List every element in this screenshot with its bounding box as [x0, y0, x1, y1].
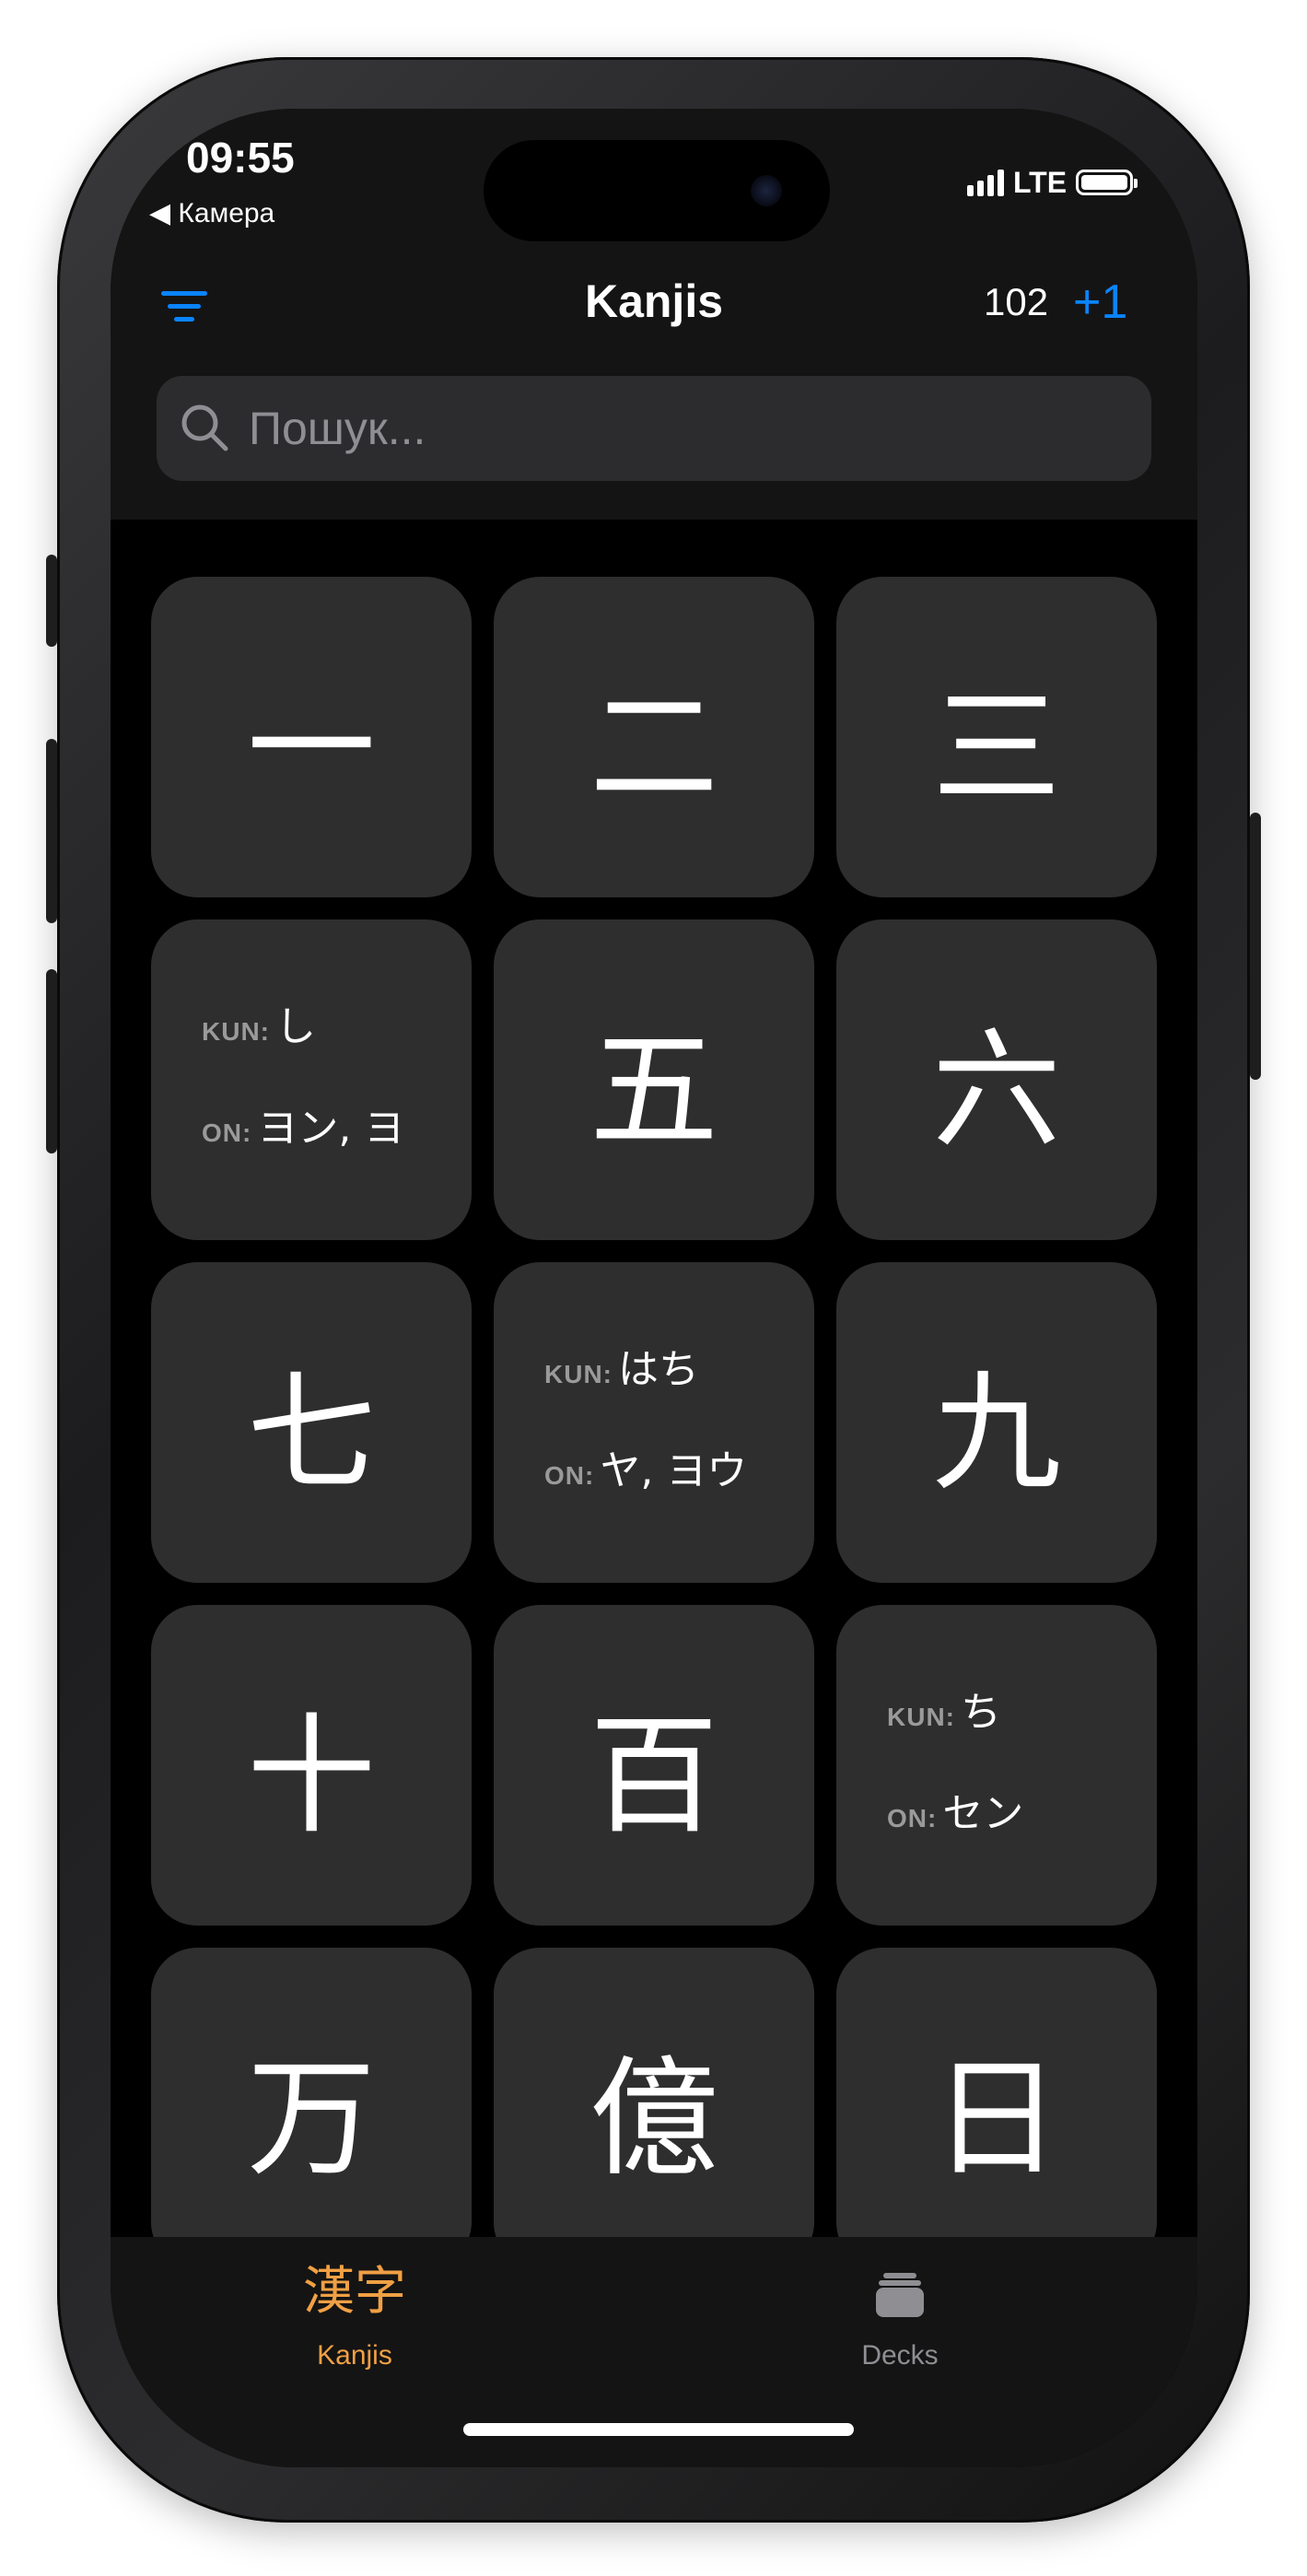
- kanji-card-flipped[interactable]: KUN: ち ON: セン: [836, 1605, 1157, 1926]
- kanji-character: 二: [589, 673, 718, 824]
- kanji-character: 三: [931, 673, 1061, 824]
- power-button: [1250, 813, 1261, 1080]
- on-value: セン: [942, 1790, 1024, 1837]
- stack-icon: [762, 2255, 1038, 2329]
- volume-up-button: [46, 739, 57, 923]
- kanji-character: 日: [931, 2044, 1061, 2195]
- kanji-card-flipped[interactable]: KUN: し ON: ヨン, ヨ: [151, 919, 472, 1240]
- kanji-count: 102: [984, 280, 1049, 323]
- kanji-card[interactable]: 五: [494, 919, 814, 1240]
- back-to-camera-link[interactable]: ◀ Камера: [149, 197, 274, 229]
- kanji-card[interactable]: 九: [836, 1262, 1157, 1583]
- kanji-character: 万: [246, 2044, 376, 2195]
- kanji-character: 億: [589, 2044, 718, 2195]
- on-reading: ON: ヤ, ヨウ: [544, 1437, 747, 1496]
- home-indicator[interactable]: [463, 2423, 854, 2436]
- kanji-character: 六: [931, 1016, 1061, 1166]
- tab-label: Decks: [861, 2340, 939, 2371]
- kun-value: ち: [961, 1689, 1001, 1736]
- on-value: ヨン, ヨ: [257, 1105, 405, 1152]
- kun-reading: KUN: し: [202, 993, 316, 1052]
- status-indicators: LTE: [967, 164, 1138, 201]
- kanji-card-flipped[interactable]: KUN: はち ON: ヤ, ヨウ: [494, 1262, 814, 1583]
- volume-down-button: [46, 969, 57, 1153]
- kanji-character: 百: [589, 1702, 718, 1852]
- network-label: LTE: [1013, 165, 1068, 199]
- tab-kanjis[interactable]: 漢字 Kanjis: [216, 2255, 493, 2371]
- kanji-character: 一: [246, 673, 376, 824]
- camera-icon: [751, 175, 782, 206]
- search-icon: [181, 404, 228, 451]
- kanji-card[interactable]: 二: [494, 577, 814, 897]
- kanji-card[interactable]: 三: [836, 577, 1157, 897]
- search-placeholder: Пошук...: [249, 403, 426, 454]
- kanji-card[interactable]: 七: [151, 1262, 472, 1583]
- on-value: ヤ, ヨウ: [600, 1447, 748, 1494]
- action-button: [46, 555, 57, 647]
- on-reading: ON: セン: [887, 1780, 1023, 1839]
- kanji-character: 七: [246, 1359, 376, 1509]
- kanji-card[interactable]: 日: [836, 1948, 1157, 2268]
- kun-label: KUN:: [544, 1360, 613, 1388]
- kanji-tab-icon: 漢字: [303, 2262, 406, 2322]
- kanji-card[interactable]: 万: [151, 1948, 472, 2268]
- kun-label: KUN:: [887, 1703, 955, 1731]
- add-button[interactable]: +1: [1073, 275, 1127, 330]
- screen: 09:55 ◀ Камера LTE Kanjis 102 +1 Пошук..…: [111, 109, 1197, 2467]
- on-label: ON:: [887, 1804, 938, 1832]
- battery-icon: [1076, 170, 1138, 195]
- kanji-card[interactable]: 十: [151, 1605, 472, 1926]
- kanji-card[interactable]: 百: [494, 1605, 814, 1926]
- on-label: ON:: [544, 1461, 595, 1490]
- header: 09:55 ◀ Камера LTE Kanjis 102 +1 Пошук..…: [111, 109, 1197, 520]
- kanji-character: 五: [589, 1016, 718, 1166]
- on-reading: ON: ヨン, ヨ: [202, 1095, 404, 1153]
- kun-label: KUN:: [202, 1017, 270, 1046]
- kanji-character: 十: [246, 1702, 376, 1852]
- tab-label: Kanjis: [317, 2340, 392, 2371]
- kanji-card[interactable]: 一: [151, 577, 472, 897]
- on-label: ON:: [202, 1118, 252, 1147]
- kun-value: はち: [618, 1346, 699, 1393]
- dynamic-island: [484, 140, 830, 241]
- tab-decks[interactable]: Decks: [762, 2255, 1038, 2371]
- search-input[interactable]: Пошук...: [157, 376, 1151, 481]
- kun-value: し: [275, 1003, 316, 1050]
- kun-reading: KUN: ち: [887, 1679, 1001, 1738]
- kanji-card[interactable]: 億: [494, 1948, 814, 2268]
- status-time: 09:55: [186, 134, 295, 181]
- kanji-character: 九: [931, 1359, 1061, 1509]
- kun-reading: KUN: はち: [544, 1336, 699, 1395]
- kanji-card[interactable]: 六: [836, 919, 1157, 1240]
- signal-icon: [967, 169, 1004, 196]
